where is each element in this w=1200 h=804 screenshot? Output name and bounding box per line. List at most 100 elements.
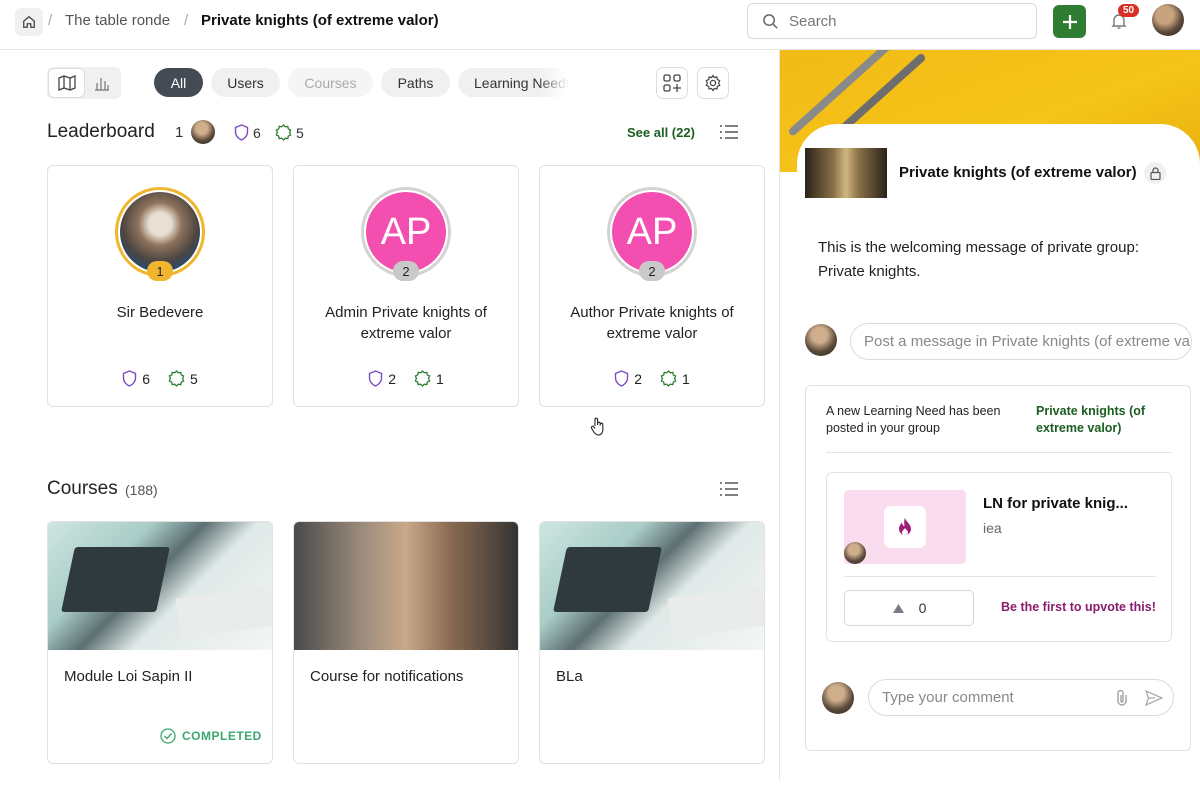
home-icon: [23, 15, 35, 28]
user-name: Admin Private knights of extreme valor: [325, 304, 487, 342]
badges-count: 6: [142, 370, 150, 387]
send-button[interactable]: [1144, 689, 1164, 712]
private-indicator: [1144, 162, 1166, 184]
learning-need-title: LN for private knig...: [983, 495, 1129, 512]
star-badge-icon: [275, 124, 292, 141]
course-card[interactable]: Course for notifications: [293, 521, 519, 764]
completed-label: COMPLETED: [182, 729, 262, 743]
create-button[interactable]: [1053, 5, 1086, 38]
shield-icon: [234, 124, 249, 141]
welcome-message: This is the welcoming message of private…: [818, 239, 1139, 280]
view-toggle: [47, 67, 121, 99]
learning-need-subtitle: iea: [983, 520, 1002, 536]
author-avatar: [844, 542, 866, 564]
filter-chip-learning-needs[interactable]: Learning Needs: [458, 68, 568, 97]
achievements-count: 5: [190, 370, 198, 387]
course-card[interactable]: Module Loi Sapin II COMPLETED: [47, 521, 273, 764]
current-user-avatar: [805, 324, 837, 356]
course-thumbnail: [48, 522, 272, 650]
leaderboard-title: Leaderboard: [47, 121, 155, 142]
rank-badge: 2: [393, 261, 419, 281]
leaderboard-badges-count: 6: [253, 124, 261, 141]
add-widget-button[interactable]: [656, 67, 688, 99]
feed-group-link[interactable]: Private knights (of extreme valor): [1036, 403, 1176, 437]
badges-count: 2: [388, 370, 396, 387]
lock-icon: [1149, 166, 1161, 180]
star-badge-icon: [414, 370, 431, 387]
divider: [826, 452, 1172, 453]
paperclip-icon: [1117, 689, 1127, 706]
search-input[interactable]: Search: [747, 3, 1037, 39]
breadcrumb-link[interactable]: The table ronde: [65, 12, 170, 29]
star-badge-icon: [660, 370, 677, 387]
settings-button[interactable]: [697, 67, 729, 99]
search-placeholder: Search: [789, 12, 837, 30]
list-icon: [720, 125, 738, 139]
search-icon: [763, 13, 778, 29]
course-title: Course for notifications: [310, 668, 464, 685]
user-stats: 2 1: [540, 370, 764, 387]
send-icon: [1144, 689, 1164, 707]
triangle-up-icon: [892, 603, 904, 613]
upvote-count: 0: [918, 600, 927, 616]
top-bar: / The table ronde / Private knights (of …: [0, 0, 1200, 50]
learning-need-card[interactable]: LN for private knig... iea 0 Be the firs…: [826, 472, 1172, 642]
learning-need-thumbnail: [844, 490, 966, 564]
completed-status: COMPLETED: [160, 728, 262, 744]
flame-icon: [899, 518, 911, 536]
filter-chip-users[interactable]: Users: [211, 68, 280, 97]
leaderboard-card[interactable]: 1 Sir Bedevere 6 5: [47, 165, 273, 407]
leaderboard-badges-stat: 6: [234, 124, 261, 141]
badges-count: 2: [634, 370, 642, 387]
courses-title: Courses: [47, 478, 118, 499]
user-avatar[interactable]: [1152, 4, 1184, 36]
bar-chart-icon: [94, 78, 109, 91]
course-card[interactable]: BLa: [539, 521, 765, 764]
attach-button[interactable]: [1115, 689, 1129, 712]
plus-icon: [1062, 14, 1077, 29]
shield-icon: [123, 370, 137, 387]
breadcrumb-separator: /: [48, 12, 53, 29]
user-name: Sir Bedevere: [116, 304, 204, 321]
leaderboard-rank: 1: [175, 124, 184, 141]
breadcrumb-separator: /: [184, 12, 189, 29]
course-thumbnail: [540, 522, 764, 650]
courses-list-view-button[interactable]: [719, 481, 739, 502]
filter-chip-all[interactable]: All: [154, 68, 203, 97]
check-circle-icon: [160, 728, 176, 744]
see-all-link[interactable]: See all (22): [627, 125, 695, 140]
user-stats: 2 1: [294, 370, 518, 387]
breadcrumb-current: Private knights (of extreme valor): [201, 12, 439, 29]
stats-view-button[interactable]: [84, 69, 119, 97]
user-stats: 6 5: [48, 370, 272, 387]
group-name: Private knights (of extreme valor): [899, 164, 1137, 181]
star-badge-icon: [168, 370, 185, 387]
map-view-button[interactable]: [49, 69, 84, 97]
avatar-initials: AP: [612, 192, 692, 272]
feed-item: A new Learning Need has been posted in y…: [805, 385, 1191, 751]
leaderboard-achievements-stat: 5: [275, 124, 304, 141]
shield-icon: [615, 370, 629, 387]
commenter-avatar: [822, 682, 854, 714]
upvote-prompt: Be the first to upvote this!: [1001, 600, 1156, 614]
list-icon: [720, 482, 738, 496]
rank-badge: 2: [639, 261, 665, 281]
hand-cursor-icon: [590, 417, 604, 436]
user-name: Author Private knights of extreme valor: [570, 304, 734, 342]
course-title: Module Loi Sapin II: [64, 668, 193, 685]
filter-chip-paths[interactable]: Paths: [381, 68, 450, 97]
group-panel: Private knights (of extreme valor) This …: [780, 50, 1200, 804]
leaderboard-list-view-button[interactable]: [719, 124, 739, 145]
leaderboard-card[interactable]: AP 2 Admin Private knights of extreme va…: [293, 165, 519, 407]
filter-chip-courses[interactable]: Courses: [288, 68, 373, 97]
leaderboard-achievements-count: 5: [296, 124, 304, 141]
post-message-input[interactable]: Post a message in Private knights (of ex…: [850, 323, 1192, 360]
upvote-button[interactable]: 0: [844, 590, 974, 626]
leaderboard-card[interactable]: AP 2 Author Private knights of extreme v…: [539, 165, 765, 407]
group-thumbnail: [805, 148, 887, 198]
divider: [844, 576, 1156, 577]
notification-count-badge: 50: [1118, 4, 1140, 17]
home-button[interactable]: [15, 8, 43, 36]
achievements-count: 1: [436, 370, 444, 387]
leaderboard-avatar: [191, 120, 215, 144]
